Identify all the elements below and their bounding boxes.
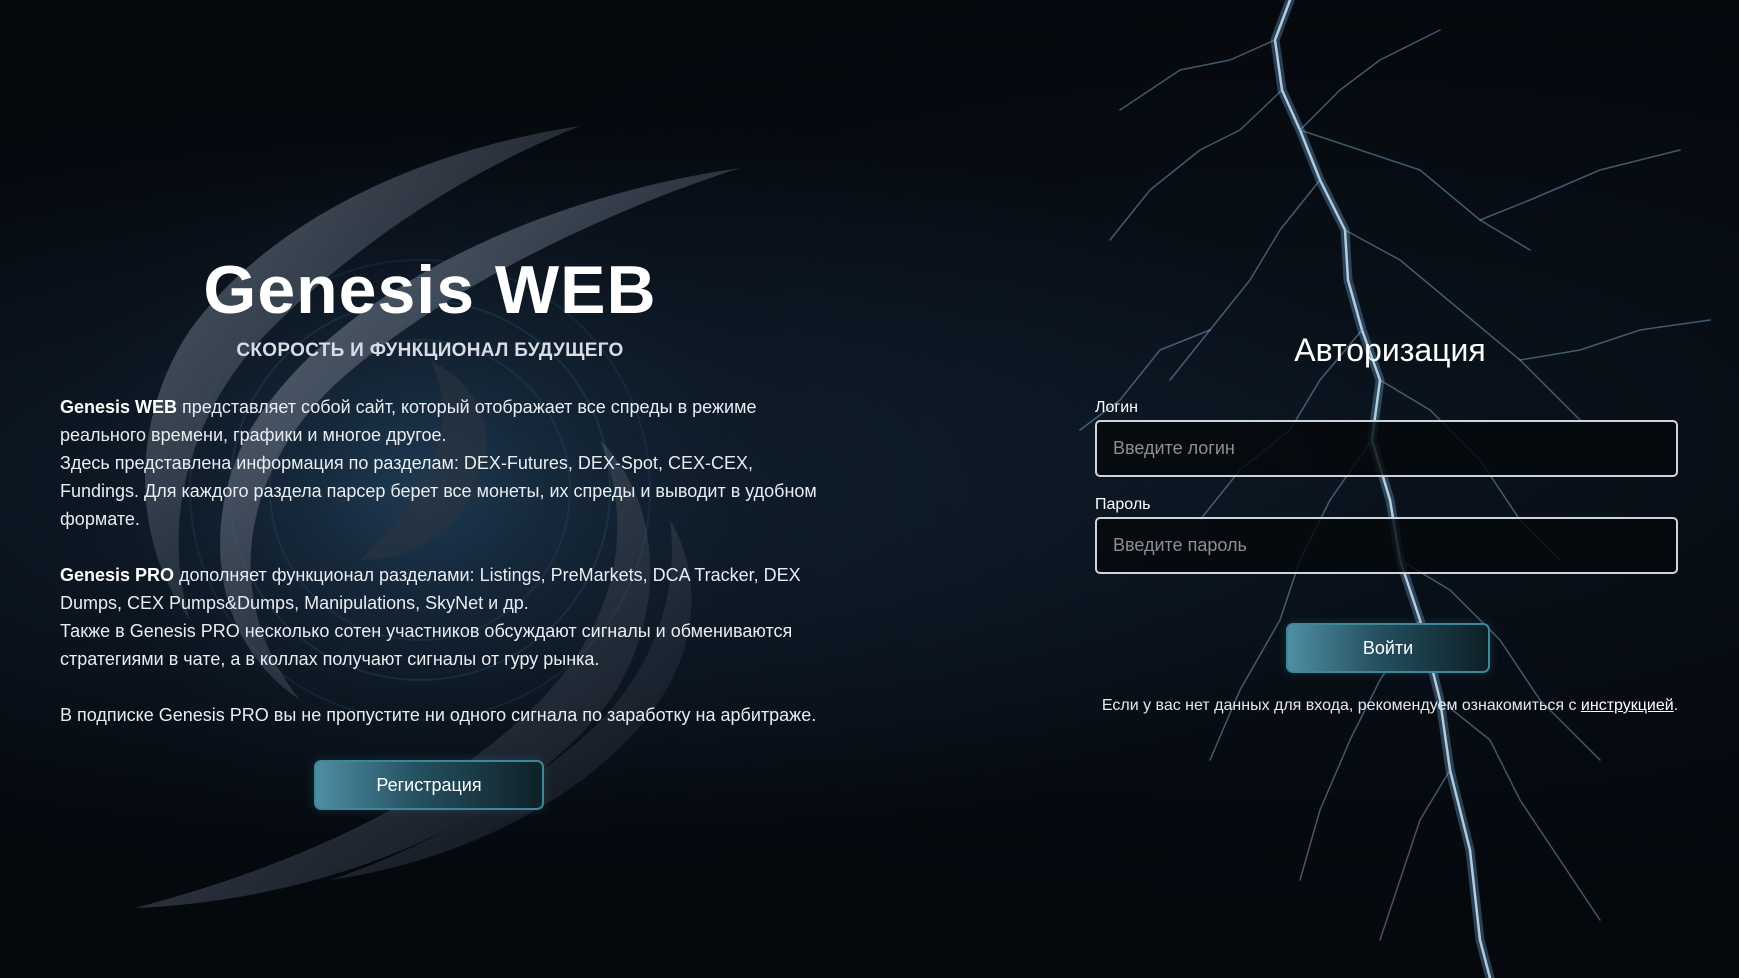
intro-section: Genesis WEB СКОРОСТЬ И ФУНКЦИОНАЛ БУДУЩЕ… — [0, 0, 860, 978]
auth-form: Авторизация Логин Пароль Войти Если у ва… — [1090, 0, 1690, 978]
login-input[interactable] — [1095, 420, 1678, 477]
description-paragraph: В подписке Genesis PRO вы не пропустите … — [60, 705, 817, 725]
instructions-link[interactable]: инструкцией — [1581, 697, 1674, 714]
auth-title: Авторизация — [1294, 332, 1486, 368]
register-button[interactable]: Регистрация — [314, 760, 544, 810]
description-paragraph: Здесь представлена информация по раздела… — [60, 453, 817, 529]
password-input[interactable] — [1095, 517, 1678, 574]
hint-end: . — [1673, 697, 1679, 714]
brand-subtitle: СКОРОСТЬ И ФУНКЦИОНАЛ БУДУЩЕГО — [236, 340, 624, 361]
login-page: Genesis WEB СКОРОСТЬ И ФУНКЦИОНАЛ БУДУЩЕ… — [0, 0, 1739, 978]
login-hint: Если у вас нет данных для входа, рекомен… — [1090, 697, 1690, 715]
description-bold: Genesis PRO — [60, 565, 175, 585]
description-bold: Genesis WEB — [60, 397, 178, 417]
description-paragraph: Genesis PRO дополняет функционал раздела… — [60, 561, 820, 617]
hint-text: Если у вас нет данных для входа, рекомен… — [1101, 697, 1581, 714]
description: Genesis WEB представляет собой сайт, кот… — [60, 393, 820, 757]
login-button[interactable]: Войти — [1286, 623, 1490, 673]
login-label: Логин — [1095, 399, 1139, 416]
description-paragraph: Genesis WEB представляет собой сайт, кот… — [60, 393, 820, 449]
description-paragraph: Также в Genesis PRO несколько сотен учас… — [60, 621, 793, 669]
password-label: Пароль — [1095, 496, 1151, 513]
brand-title: Genesis WEB — [203, 252, 657, 328]
